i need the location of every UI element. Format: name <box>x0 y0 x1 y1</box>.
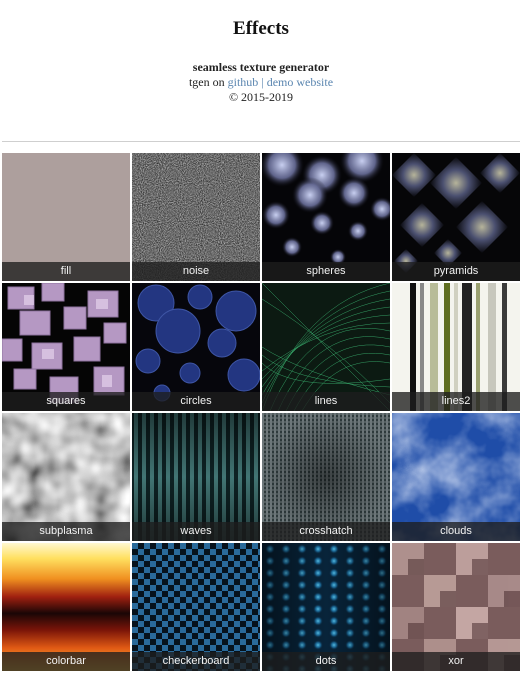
effect-tile-squares[interactable]: squares <box>2 283 130 411</box>
project-links: tgen on github | demo website <box>0 75 522 90</box>
effect-label: dots <box>262 652 390 671</box>
effect-tile-checkerboard[interactable]: checkerboard <box>132 543 260 671</box>
effect-label: waves <box>132 522 260 541</box>
effects-grid: fill noise spheres pyramids squares circ… <box>2 153 522 671</box>
effect-label: squares <box>2 392 130 411</box>
effect-label: xor <box>392 652 520 671</box>
links-separator: | <box>258 75 267 89</box>
effect-label: clouds <box>392 522 520 541</box>
demo-website-link[interactable]: demo website <box>267 75 333 89</box>
effect-tile-fill[interactable]: fill <box>2 153 130 281</box>
effect-tile-dots[interactable]: dots <box>262 543 390 671</box>
links-prefix: tgen on <box>188 75 228 89</box>
effect-tile-colorbar[interactable]: colorbar <box>2 543 130 671</box>
effect-label: fill <box>2 262 130 281</box>
effect-tile-clouds[interactable]: clouds <box>392 413 520 541</box>
effect-label: circles <box>132 392 260 411</box>
effect-label: noise <box>132 262 260 281</box>
effect-label: lines <box>262 392 390 411</box>
effect-label: spheres <box>262 262 390 281</box>
effect-label: crosshatch <box>262 522 390 541</box>
github-link[interactable]: github <box>228 75 259 89</box>
effect-label: checkerboard <box>132 652 260 671</box>
effect-tile-xor[interactable]: xor <box>392 543 520 671</box>
effect-label: lines2 <box>392 392 520 411</box>
header-divider <box>2 141 520 142</box>
copyright: © 2015-2019 <box>228 90 294 104</box>
effect-label: colorbar <box>2 652 130 671</box>
effect-tile-lines2[interactable]: lines2 <box>392 283 520 411</box>
effect-tile-crosshatch[interactable]: crosshatch <box>262 413 390 541</box>
effect-tile-pyramids[interactable]: pyramids <box>392 153 520 281</box>
page-subtitle: seamless texture generator <box>192 60 330 74</box>
effect-tile-circles[interactable]: circles <box>132 283 260 411</box>
effect-tile-noise[interactable]: noise <box>132 153 260 281</box>
effect-label: subplasma <box>2 522 130 541</box>
effect-label: pyramids <box>392 262 520 281</box>
effect-tile-subplasma[interactable]: subplasma <box>2 413 130 541</box>
effect-tile-waves[interactable]: waves <box>132 413 260 541</box>
effect-tile-spheres[interactable]: spheres <box>262 153 390 281</box>
page-title: Effects <box>233 18 289 39</box>
effect-tile-lines[interactable]: lines <box>262 283 390 411</box>
